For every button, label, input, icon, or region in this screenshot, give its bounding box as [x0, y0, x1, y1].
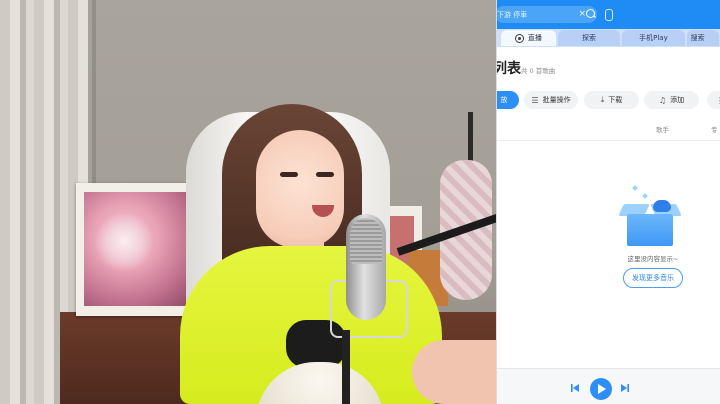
- song-count: 共 0 首歌曲: [521, 67, 556, 75]
- batch-operation-button[interactable]: ☰ 批量操作: [524, 91, 578, 109]
- tab-label: 探索: [582, 34, 597, 42]
- column-headers: 歌手 专: [497, 124, 720, 136]
- more-button[interactable]: ⋮: [707, 91, 720, 109]
- column-album[interactable]: 专: [711, 124, 718, 134]
- search-input[interactable]: 下游 停車: [497, 10, 527, 20]
- listen-recognize-icon[interactable]: [605, 9, 613, 21]
- player-bar: [497, 368, 720, 404]
- left-eye: [280, 172, 298, 177]
- bird-mascot: [653, 200, 671, 212]
- search-icon[interactable]: [586, 9, 595, 18]
- arm: [412, 340, 496, 404]
- right-eye: [316, 172, 334, 177]
- batch-operation-label: 批量操作: [542, 96, 571, 104]
- tab-label: 手机Play: [639, 34, 668, 42]
- discover-more-music-button[interactable]: 发现更多音乐: [623, 268, 683, 288]
- play-all-label: 放: [500, 96, 508, 104]
- add-label: 添加: [670, 96, 685, 104]
- column-singer[interactable]: 歌手: [656, 124, 669, 134]
- play-pause-button[interactable]: [590, 378, 612, 400]
- page-title: 列表: [497, 61, 521, 77]
- tab-search[interactable]: 搜索: [686, 30, 720, 46]
- play-all-button[interactable]: 放: [497, 91, 519, 109]
- empty-state-message: 这里没内容显示~: [627, 255, 679, 263]
- clear-search-button[interactable]: ×: [578, 8, 586, 20]
- next-track-icon[interactable]: [621, 384, 629, 392]
- microphone-stand: [342, 330, 350, 404]
- list-icon: ☰: [531, 95, 539, 105]
- previous-track-icon[interactable]: [571, 384, 579, 392]
- download-icon: ⤓: [600, 95, 605, 104]
- tab-bar: 直播 探索 手机Play 搜索: [497, 29, 720, 47]
- music-player-window: 下游 停車 × 直播 探索 手机Play 搜索 列表 共 0 首歌曲 放 ☰ 批…: [496, 0, 720, 404]
- empty-box-illustration: [618, 185, 682, 250]
- tab-label: 直播: [527, 34, 542, 42]
- tab-live[interactable]: 直播: [501, 30, 556, 46]
- add-button[interactable]: ♫ 添加: [644, 91, 699, 109]
- tab-phone-play[interactable]: 手机Play: [622, 30, 685, 46]
- search-box[interactable]: 下游 停車 ×: [497, 6, 597, 23]
- music-note-icon: ♫: [658, 95, 667, 105]
- tab-label: 搜索: [690, 34, 705, 42]
- title-bar: 下游 停車 ×: [497, 0, 720, 29]
- streamer-face: [256, 130, 344, 248]
- live-icon: [514, 33, 524, 43]
- divider: [497, 140, 720, 141]
- download-button[interactable]: ⤓ 下载: [584, 91, 639, 109]
- download-label: 下载: [608, 96, 623, 104]
- more-icon: ⋮: [716, 96, 720, 105]
- tab-explore[interactable]: 探索: [557, 30, 621, 46]
- webcam-feed: [0, 0, 496, 404]
